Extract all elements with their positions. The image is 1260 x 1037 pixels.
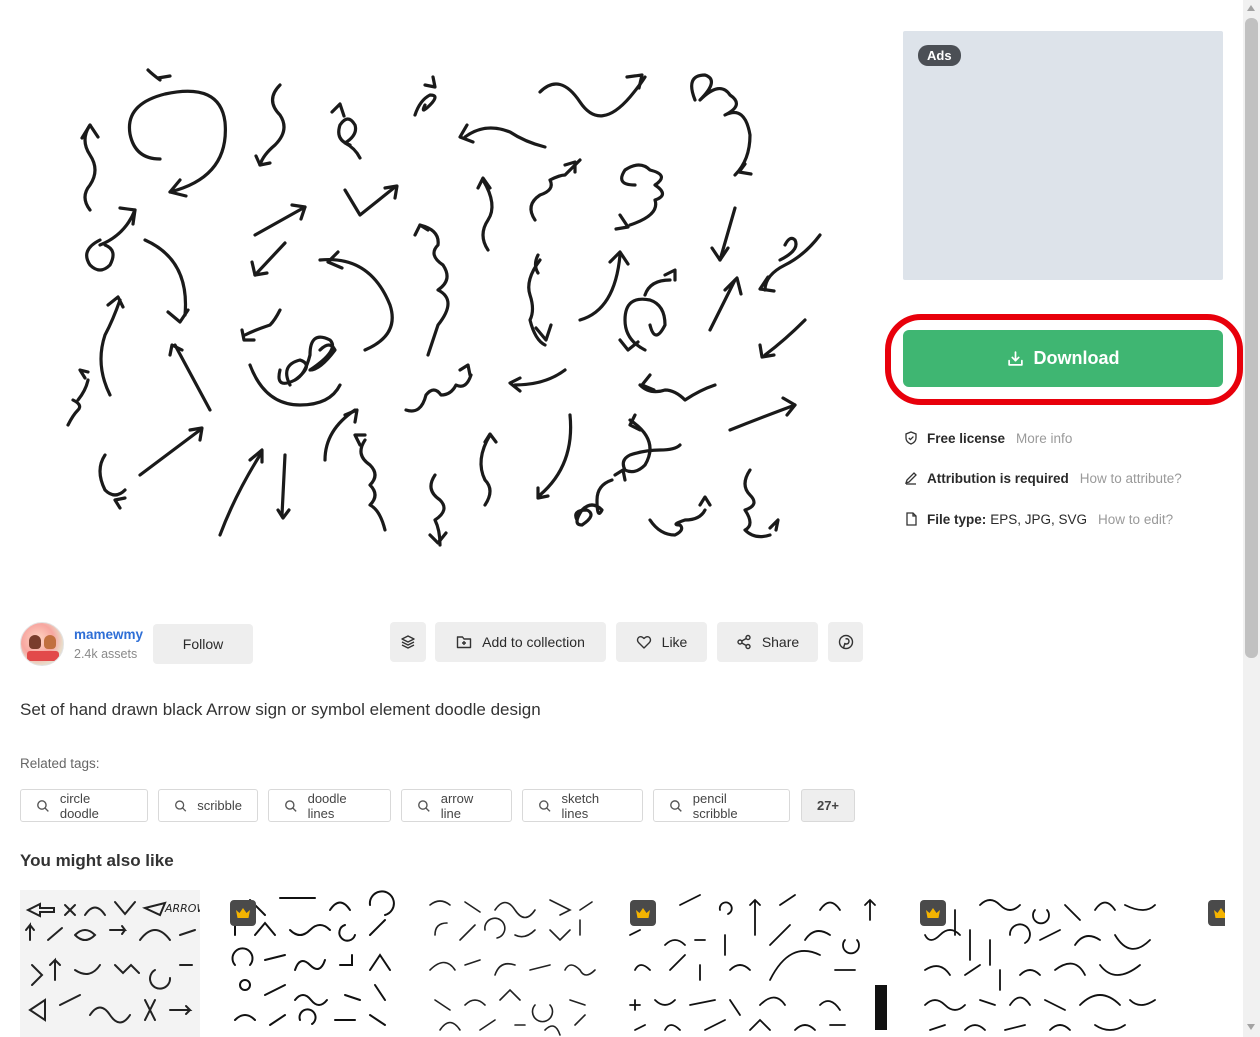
scroll-up-arrow[interactable] <box>1247 5 1255 11</box>
tag-label: arrow line <box>440 790 474 821</box>
author-name[interactable]: mamewmy <box>74 627 143 642</box>
tag-label: doodle lines <box>307 790 347 821</box>
license-row: Free license More info <box>903 430 1072 446</box>
thumbnail-2[interactable] <box>220 890 400 1037</box>
asset-preview-image[interactable] <box>20 30 865 585</box>
tag-label: sketch lines <box>561 790 600 821</box>
also-like-title: You might also like <box>20 851 174 870</box>
crown-icon <box>636 908 650 918</box>
ads-badge: Ads <box>918 45 961 66</box>
filetype-value: EPS, JPG, SVG <box>990 511 1088 527</box>
crown-icon <box>926 908 940 918</box>
tag-label: scribble <box>197 798 242 813</box>
follow-button[interactable]: Follow <box>153 624 253 664</box>
add-to-collection-button[interactable]: Add to collection <box>435 622 606 662</box>
tag-circle-doodle[interactable]: circle doodle <box>20 789 148 822</box>
share-icon <box>737 634 751 650</box>
author-assets-count: 2.4k assets <box>74 647 138 661</box>
tag-sketch-lines[interactable]: sketch lines <box>522 789 643 822</box>
search-icon <box>37 799 49 812</box>
attribution-label: Attribution is required <box>927 470 1069 486</box>
file-icon <box>903 511 919 527</box>
filetype-row: File type: EPS, JPG, SVG How to edit? <box>903 511 1173 527</box>
share-label: Share <box>761 634 800 650</box>
search-icon <box>285 799 297 812</box>
tag-label: circle doodle <box>59 790 99 821</box>
search-icon <box>539 799 551 812</box>
thumbnail-3[interactable] <box>420 890 600 1037</box>
pinterest-icon <box>838 634 853 650</box>
scroll-down-arrow[interactable] <box>1247 1024 1255 1030</box>
premium-crown-badge <box>630 900 656 926</box>
thumbnail-arrow-text: ARROW <box>164 902 200 915</box>
search-icon <box>175 799 187 812</box>
how-to-attribute-link[interactable]: How to attribute? <box>1080 471 1182 486</box>
tag-pencil-scribble[interactable]: pencil scribble <box>653 789 790 822</box>
more-tags-button[interactable]: 27+ <box>801 789 855 822</box>
license-label: Free license <box>927 430 1006 446</box>
share-button[interactable]: Share <box>717 622 818 662</box>
shield-icon <box>903 430 919 446</box>
tag-label: pencil scribble <box>692 790 738 821</box>
more-info-link[interactable]: More info <box>1016 431 1072 446</box>
avatar[interactable] <box>20 622 64 666</box>
premium-crown-badge <box>1208 900 1225 926</box>
heart-icon <box>636 636 651 649</box>
crown-icon <box>236 908 250 918</box>
thumbnail-5[interactable] <box>910 890 1165 1037</box>
tag-arrow-line[interactable]: arrow line <box>401 789 512 822</box>
pen-icon <box>903 470 919 486</box>
pinterest-button[interactable] <box>828 622 863 662</box>
add-to-collection-label: Add to collection <box>482 634 585 650</box>
layers-icon <box>401 635 415 649</box>
premium-crown-badge <box>920 900 946 926</box>
crown-icon <box>1214 908 1225 918</box>
like-label: Like <box>661 634 688 650</box>
scrollbar-thumb[interactable] <box>1245 18 1258 658</box>
download-icon <box>1007 351 1023 366</box>
download-label: Download <box>1033 348 1120 368</box>
related-tags-label: Related tags: <box>20 756 100 771</box>
how-to-edit-link[interactable]: How to edit? <box>1098 512 1173 527</box>
tag-scribble[interactable]: scribble <box>158 789 258 822</box>
thumbnail-4[interactable] <box>620 890 890 1037</box>
layers-button[interactable] <box>390 622 426 662</box>
download-button[interactable]: Download <box>903 330 1223 387</box>
filetype-label: File type: <box>927 511 987 527</box>
search-icon <box>418 799 430 812</box>
premium-crown-badge <box>230 900 256 926</box>
folder-plus-icon <box>456 636 472 649</box>
attribution-row: Attribution is required How to attribute… <box>903 470 1182 486</box>
asset-title: Set of hand drawn black Arrow sign or sy… <box>20 700 541 719</box>
ad-banner[interactable]: Ads <box>903 31 1223 280</box>
tag-doodle-lines[interactable]: doodle lines <box>268 789 391 822</box>
thumbnail-1[interactable]: ARROW <box>20 890 200 1037</box>
search-icon <box>670 799 682 812</box>
like-button[interactable]: Like <box>616 622 707 662</box>
thumbnail-6[interactable] <box>1205 890 1225 1037</box>
